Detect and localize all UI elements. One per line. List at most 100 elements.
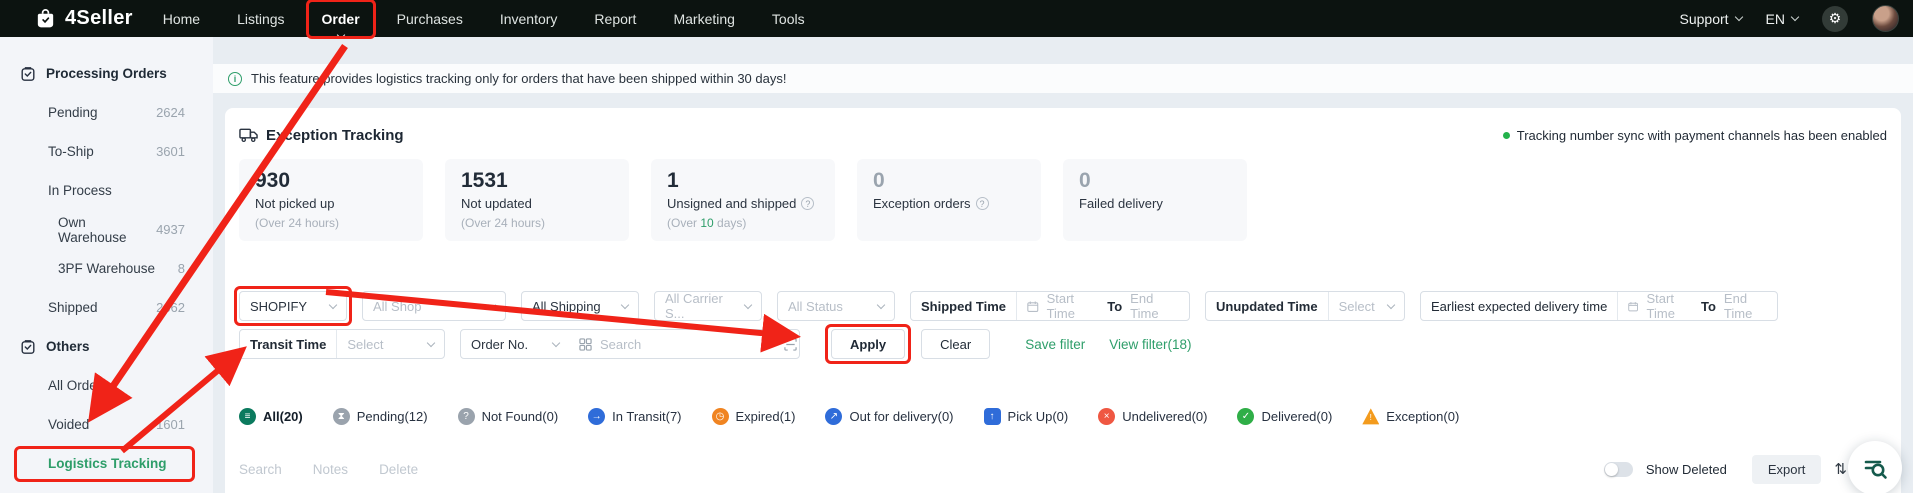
stat-card-not-picked-up[interactable]: 930 Not picked up (Over 24 hours) [239, 159, 423, 241]
tab-pick-up[interactable]: ↑ Pick Up(0) [984, 408, 1069, 425]
stat-card-exception-orders[interactable]: 0 Exception orders ? [857, 159, 1041, 241]
carrier-select[interactable]: All Carrier S... [654, 291, 762, 321]
content-card: Exception Tracking Tracking number sync … [225, 108, 1901, 493]
stat-card-not-updated[interactable]: 1531 Not updated (Over 24 hours) [445, 159, 629, 241]
tab-delivered[interactable]: ✓ Delivered(0) [1237, 408, 1332, 425]
item-label: To-Ship [48, 144, 94, 159]
sidebar-section-others[interactable]: Others [0, 327, 213, 366]
nav-item-tools[interactable]: Tools [772, 9, 805, 29]
nav-item-marketing[interactable]: Marketing [673, 9, 734, 29]
order-no-value: Order No. [471, 337, 528, 352]
section-label: Others [46, 339, 90, 354]
tab-label: Undelivered(0) [1122, 409, 1207, 424]
start-time-input[interactable]: Start Time [1647, 291, 1693, 321]
sidebar-menu: Processing Orders Pending 2624 To-Ship 3… [0, 37, 213, 483]
nav-item-inventory[interactable]: Inventory [500, 9, 558, 29]
sidebar-item-in-process[interactable]: In Process [0, 171, 213, 210]
support-menu[interactable]: Support [1680, 11, 1742, 27]
filter-row-1: SHOPIFY All Shop All Shipping All Carrie… [239, 291, 1887, 321]
brand-name: 4Seller [65, 7, 133, 30]
tab-exception[interactable]: ! Exception(0) [1362, 408, 1459, 425]
calendar-icon [1027, 300, 1039, 313]
stat-card-failed-delivery[interactable]: 0 Failed delivery [1063, 159, 1247, 241]
tab-expired[interactable]: ◷ Expired(1) [712, 408, 796, 425]
settings-gear-icon[interactable]: ⚙ [1822, 6, 1848, 32]
tab-out-for-delivery[interactable]: ↗ Out for delivery(0) [825, 408, 953, 425]
help-icon[interactable]: ? [976, 197, 989, 210]
clear-button[interactable]: Clear [921, 329, 990, 359]
status-select[interactable]: All Status [777, 291, 895, 321]
select-placeholder: Select [1339, 299, 1375, 314]
stat-label-text: Exception orders [873, 196, 971, 211]
tab-undelivered[interactable]: × Undelivered(0) [1098, 408, 1207, 425]
sidebar-section-processing-orders[interactable]: Processing Orders [0, 54, 213, 93]
nav-item-listings[interactable]: Listings [237, 9, 284, 29]
show-deleted-label: Show Deleted [1646, 462, 1727, 477]
apply-button[interactable]: Apply [831, 329, 905, 359]
help-icon[interactable]: ? [801, 197, 814, 210]
sidebar-item-3pf-warehouse[interactable]: 3PF Warehouse 8 [0, 249, 213, 288]
notes-action-disabled[interactable]: Notes [313, 462, 348, 477]
tab-all[interactable]: ≡ All(20) [239, 408, 303, 425]
search-field[interactable] [569, 337, 807, 352]
start-time-input[interactable]: Start Time [1047, 291, 1100, 321]
filter-search-fab[interactable] [1848, 441, 1902, 493]
stat-value: 930 [255, 169, 407, 193]
item-count: 1601 [156, 417, 185, 432]
language-menu[interactable]: EN [1766, 11, 1798, 27]
nav-item-home[interactable]: Home [163, 9, 200, 29]
sidebar-item-all-orders[interactable]: All Orders [0, 366, 213, 405]
chevron-down-icon [877, 300, 885, 308]
item-label: All Orders [48, 378, 108, 393]
sidebar-item-pending[interactable]: Pending 2624 [0, 93, 213, 132]
sidebar-item-own-warehouse[interactable]: Own Warehouse 4937 [0, 210, 213, 249]
stat-value: 0 [873, 169, 1025, 193]
brand-logo[interactable]: 4Seller [34, 7, 133, 30]
scan-icon[interactable] [784, 338, 797, 351]
show-deleted-toggle[interactable] [1604, 462, 1633, 477]
delete-action-disabled[interactable]: Delete [379, 462, 418, 477]
tab-not-found[interactable]: ? Not Found(0) [458, 408, 559, 425]
export-button[interactable]: Export [1752, 455, 1822, 484]
stat-label-text: Unsigned and shipped [667, 196, 796, 211]
nav-item-order[interactable]: Order [322, 9, 360, 29]
item-label: Shipped [48, 300, 98, 315]
sidebar-item-shipped[interactable]: Shipped 2662 [0, 288, 213, 327]
date-range-inputs[interactable]: Start Time To End Time [1017, 291, 1189, 321]
chevron-down-icon [744, 300, 752, 308]
user-avatar[interactable] [1872, 5, 1899, 32]
unupdated-time-value[interactable]: Select [1329, 299, 1404, 314]
marketplace-select[interactable]: SHOPIFY [239, 291, 347, 321]
unupdated-time-label: Unupdated Time [1206, 299, 1328, 314]
check-icon: ✓ [1237, 408, 1254, 425]
sidebar-item-to-ship[interactable]: To-Ship 3601 [0, 132, 213, 171]
nav-item-purchases[interactable]: Purchases [397, 9, 463, 29]
chevron-down-icon [329, 300, 337, 308]
stat-sub: (Over 10 days) [667, 216, 819, 230]
end-time-input[interactable]: End Time [1724, 291, 1767, 321]
shipping-select[interactable]: All Shipping [521, 291, 639, 321]
search-action-disabled[interactable]: Search [239, 462, 282, 477]
transit-time-value[interactable]: Select [337, 337, 444, 352]
sidebar-item-voided[interactable]: Voided 1601 [0, 405, 213, 444]
tab-label: Not Found(0) [482, 409, 559, 424]
nav-item-report[interactable]: Report [594, 9, 636, 29]
support-label: Support [1680, 11, 1729, 27]
tab-pending[interactable]: ⧗ Pending(12) [333, 408, 428, 425]
shop-select[interactable]: All Shop [362, 291, 506, 321]
sidebar-item-logistics-tracking[interactable]: Logistics Tracking [0, 444, 213, 483]
view-filter-link[interactable]: View filter(18) [1109, 337, 1191, 352]
clipboard-icon [20, 339, 36, 355]
order-no-select[interactable]: Order No. [461, 337, 569, 352]
end-time-input[interactable]: End Time [1130, 291, 1179, 321]
search-input[interactable] [600, 337, 776, 352]
tab-in-transit[interactable]: → In Transit(7) [588, 408, 681, 425]
stat-sub-highlight: 10 [700, 216, 713, 230]
date-range-inputs[interactable]: Start Time To End Time [1618, 291, 1777, 321]
save-filter-link[interactable]: Save filter [1025, 337, 1085, 352]
stat-cards: 930 Not picked up (Over 24 hours) 1531 N… [239, 159, 1887, 241]
page-title: Exception Tracking [266, 127, 404, 144]
sort-expand-icon[interactable]: ⇅ [1834, 460, 1847, 478]
tab-label: Pending(12) [357, 409, 428, 424]
stat-card-unsigned-shipped[interactable]: 1 Unsigned and shipped ? (Over 10 days) [651, 159, 835, 241]
